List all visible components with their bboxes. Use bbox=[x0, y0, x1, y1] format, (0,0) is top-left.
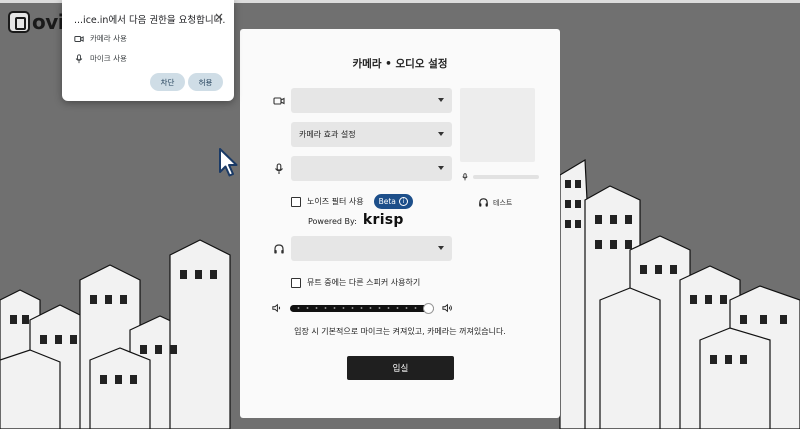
mute-speaker-label: 뮤트 중에는 다른 스피커 사용하기 bbox=[307, 278, 421, 287]
settings-modal: 카메라 • 오디오 설정 카메라 효과 설정 테스트 노이즈 필터 사용 Bet… bbox=[240, 29, 560, 418]
chevron-down-icon bbox=[438, 246, 444, 250]
chevron-down-icon bbox=[438, 98, 444, 102]
info-icon: i bbox=[398, 197, 408, 206]
microphone-icon bbox=[75, 53, 83, 63]
camera-effect-value: 카메라 효과 설정 bbox=[299, 130, 356, 139]
permission-popup: ...ice.in에서 다음 권한을 요청합니다. × 카메라 사용 마이크 사… bbox=[62, 0, 234, 101]
microphone-select[interactable] bbox=[291, 156, 452, 181]
camera-icon bbox=[273, 97, 285, 105]
headphones-icon bbox=[479, 198, 488, 207]
mic-level-bar bbox=[473, 175, 539, 179]
speaker-test-button[interactable]: 테스트 bbox=[478, 197, 512, 208]
beta-badge[interactable]: Beta i bbox=[373, 194, 413, 209]
speaker-select[interactable] bbox=[291, 236, 452, 261]
permission-item-microphone: 마이크 사용 bbox=[74, 53, 127, 64]
powered-by-label: Powered By: bbox=[308, 217, 357, 226]
mic-level-meter bbox=[461, 172, 539, 182]
powered-by: Powered By: krisp bbox=[308, 212, 404, 228]
noise-filter-row: 노이즈 필터 사용 Beta i bbox=[291, 194, 413, 209]
noise-filter-checkbox[interactable] bbox=[291, 196, 301, 207]
permission-item-camera: 카메라 사용 bbox=[74, 33, 127, 44]
volume-track-dots bbox=[294, 307, 430, 309]
volume-low-icon bbox=[272, 303, 281, 313]
camera-preview bbox=[460, 88, 535, 162]
microphone-icon bbox=[462, 173, 468, 181]
permission-title: ...ice.in에서 다음 권한을 요청합니다. bbox=[74, 15, 226, 26]
camera-select[interactable] bbox=[291, 88, 452, 113]
mute-speaker-checkbox[interactable] bbox=[291, 277, 301, 288]
headphones-icon bbox=[274, 244, 284, 254]
mouse-cursor-icon bbox=[219, 148, 238, 177]
enter-button[interactable]: 입실 bbox=[347, 356, 454, 380]
permission-item-label: 카메라 사용 bbox=[90, 34, 127, 43]
test-label: 테스트 bbox=[493, 198, 513, 207]
chevron-down-icon bbox=[438, 166, 444, 170]
permission-item-label: 마이크 사용 bbox=[90, 54, 127, 63]
logo-icon bbox=[8, 11, 30, 33]
chevron-down-icon bbox=[438, 132, 444, 136]
volume-slider-handle[interactable] bbox=[423, 302, 434, 314]
krisp-logo: krisp bbox=[362, 212, 404, 228]
volume-control bbox=[272, 302, 453, 314]
camera-effect-select[interactable]: 카메라 효과 설정 bbox=[291, 122, 452, 147]
noise-filter-label: 노이즈 필터 사용 bbox=[307, 197, 364, 206]
allow-button[interactable]: 허용 bbox=[188, 73, 223, 91]
microphone-icon bbox=[275, 163, 283, 174]
info-text: 입장 시 기본적으로 마이크는 켜져있고, 카메라는 꺼져있습니다. bbox=[294, 327, 506, 336]
mute-speaker-row: 뮤트 중에는 다른 스피커 사용하기 bbox=[291, 277, 420, 288]
volume-high-icon bbox=[442, 303, 452, 313]
modal-title: 카메라 • 오디오 설정 bbox=[352, 58, 448, 70]
close-icon[interactable]: × bbox=[214, 10, 224, 24]
camera-icon bbox=[74, 35, 84, 42]
volume-slider[interactable] bbox=[290, 302, 434, 314]
block-button[interactable]: 차단 bbox=[150, 73, 185, 91]
beta-label: Beta bbox=[378, 197, 396, 206]
